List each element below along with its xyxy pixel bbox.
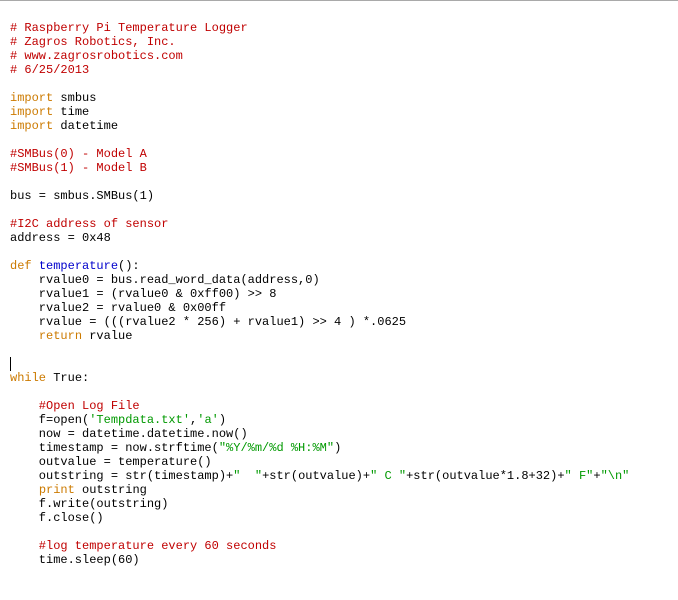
comment-line: #log temperature every 60 seconds bbox=[10, 539, 276, 553]
code-line: f.close() bbox=[10, 511, 104, 525]
code-text: ) bbox=[219, 413, 226, 427]
string-literal: 'a' bbox=[197, 413, 219, 427]
module-name: smbus bbox=[60, 91, 96, 105]
text-cursor bbox=[10, 357, 11, 371]
code-line: rvalue1 = (rvalue0 & 0xff00) >> 8 bbox=[10, 287, 276, 301]
code-line: bus = smbus.SMBus(1) bbox=[10, 189, 154, 203]
indent bbox=[10, 483, 39, 497]
code-line: rvalue = (((rvalue2 * 256) + rvalue1) >>… bbox=[10, 315, 406, 329]
keyword-while: while bbox=[10, 371, 46, 385]
indent bbox=[10, 329, 39, 343]
code-text: ) bbox=[334, 441, 341, 455]
cursor-line bbox=[10, 357, 11, 371]
code-line: time.sleep(60) bbox=[10, 553, 140, 567]
module-name: time bbox=[60, 105, 89, 119]
code-line: rvalue2 = rvalue0 & 0x00ff bbox=[10, 301, 226, 315]
code-line: address = 0x48 bbox=[10, 231, 111, 245]
string-literal: " C " bbox=[370, 469, 406, 483]
string-literal: " " bbox=[233, 469, 262, 483]
code-text: outstring bbox=[75, 483, 147, 497]
comment-line: # Raspberry Pi Temperature Logger bbox=[10, 21, 248, 35]
code-editor[interactable]: # Raspberry Pi Temperature Logger # Zagr… bbox=[0, 0, 678, 600]
code-line: outvalue = temperature() bbox=[10, 455, 212, 469]
code-line: f.write(outstring) bbox=[10, 497, 168, 511]
comment-line: # www.zagrosrobotics.com bbox=[10, 49, 183, 63]
comment-line: # Zagros Robotics, Inc. bbox=[10, 35, 176, 49]
comment-line: #I2C address of sensor bbox=[10, 217, 168, 231]
code-text: f=open( bbox=[10, 413, 89, 427]
comment-line: # 6/25/2013 bbox=[10, 63, 89, 77]
keyword-import: import bbox=[10, 119, 53, 133]
module-name: datetime bbox=[60, 119, 118, 133]
code-text: + bbox=[593, 469, 600, 483]
comment-line: #SMBus(1) - Model B bbox=[10, 161, 147, 175]
code-text: True: bbox=[46, 371, 89, 385]
string-literal: "\n" bbox=[601, 469, 630, 483]
code-text: timestamp = now.strftime( bbox=[10, 441, 219, 455]
keyword-return: return bbox=[39, 329, 82, 343]
comment-line: #Open Log File bbox=[10, 399, 140, 413]
code-line: now = datetime.datetime.now() bbox=[10, 427, 248, 441]
string-literal: "%Y/%m/%d %H:%M" bbox=[219, 441, 334, 455]
code-text: +str(outvalue*1.8+32)+ bbox=[406, 469, 564, 483]
code-text: +str(outvalue)+ bbox=[262, 469, 370, 483]
keyword-import: import bbox=[10, 105, 53, 119]
code-text: (): bbox=[118, 259, 140, 273]
code-text: outstring = str(timestamp)+ bbox=[10, 469, 233, 483]
comment-line: #SMBus(0) - Model A bbox=[10, 147, 147, 161]
string-literal: 'Tempdata.txt' bbox=[89, 413, 190, 427]
code-line: rvalue0 = bus.read_word_data(address,0) bbox=[10, 273, 320, 287]
keyword-import: import bbox=[10, 91, 53, 105]
keyword-def: def bbox=[10, 259, 32, 273]
string-literal: " F" bbox=[565, 469, 594, 483]
code-text: rvalue bbox=[82, 329, 132, 343]
keyword-print: print bbox=[39, 483, 75, 497]
function-name: temperature bbox=[39, 259, 118, 273]
